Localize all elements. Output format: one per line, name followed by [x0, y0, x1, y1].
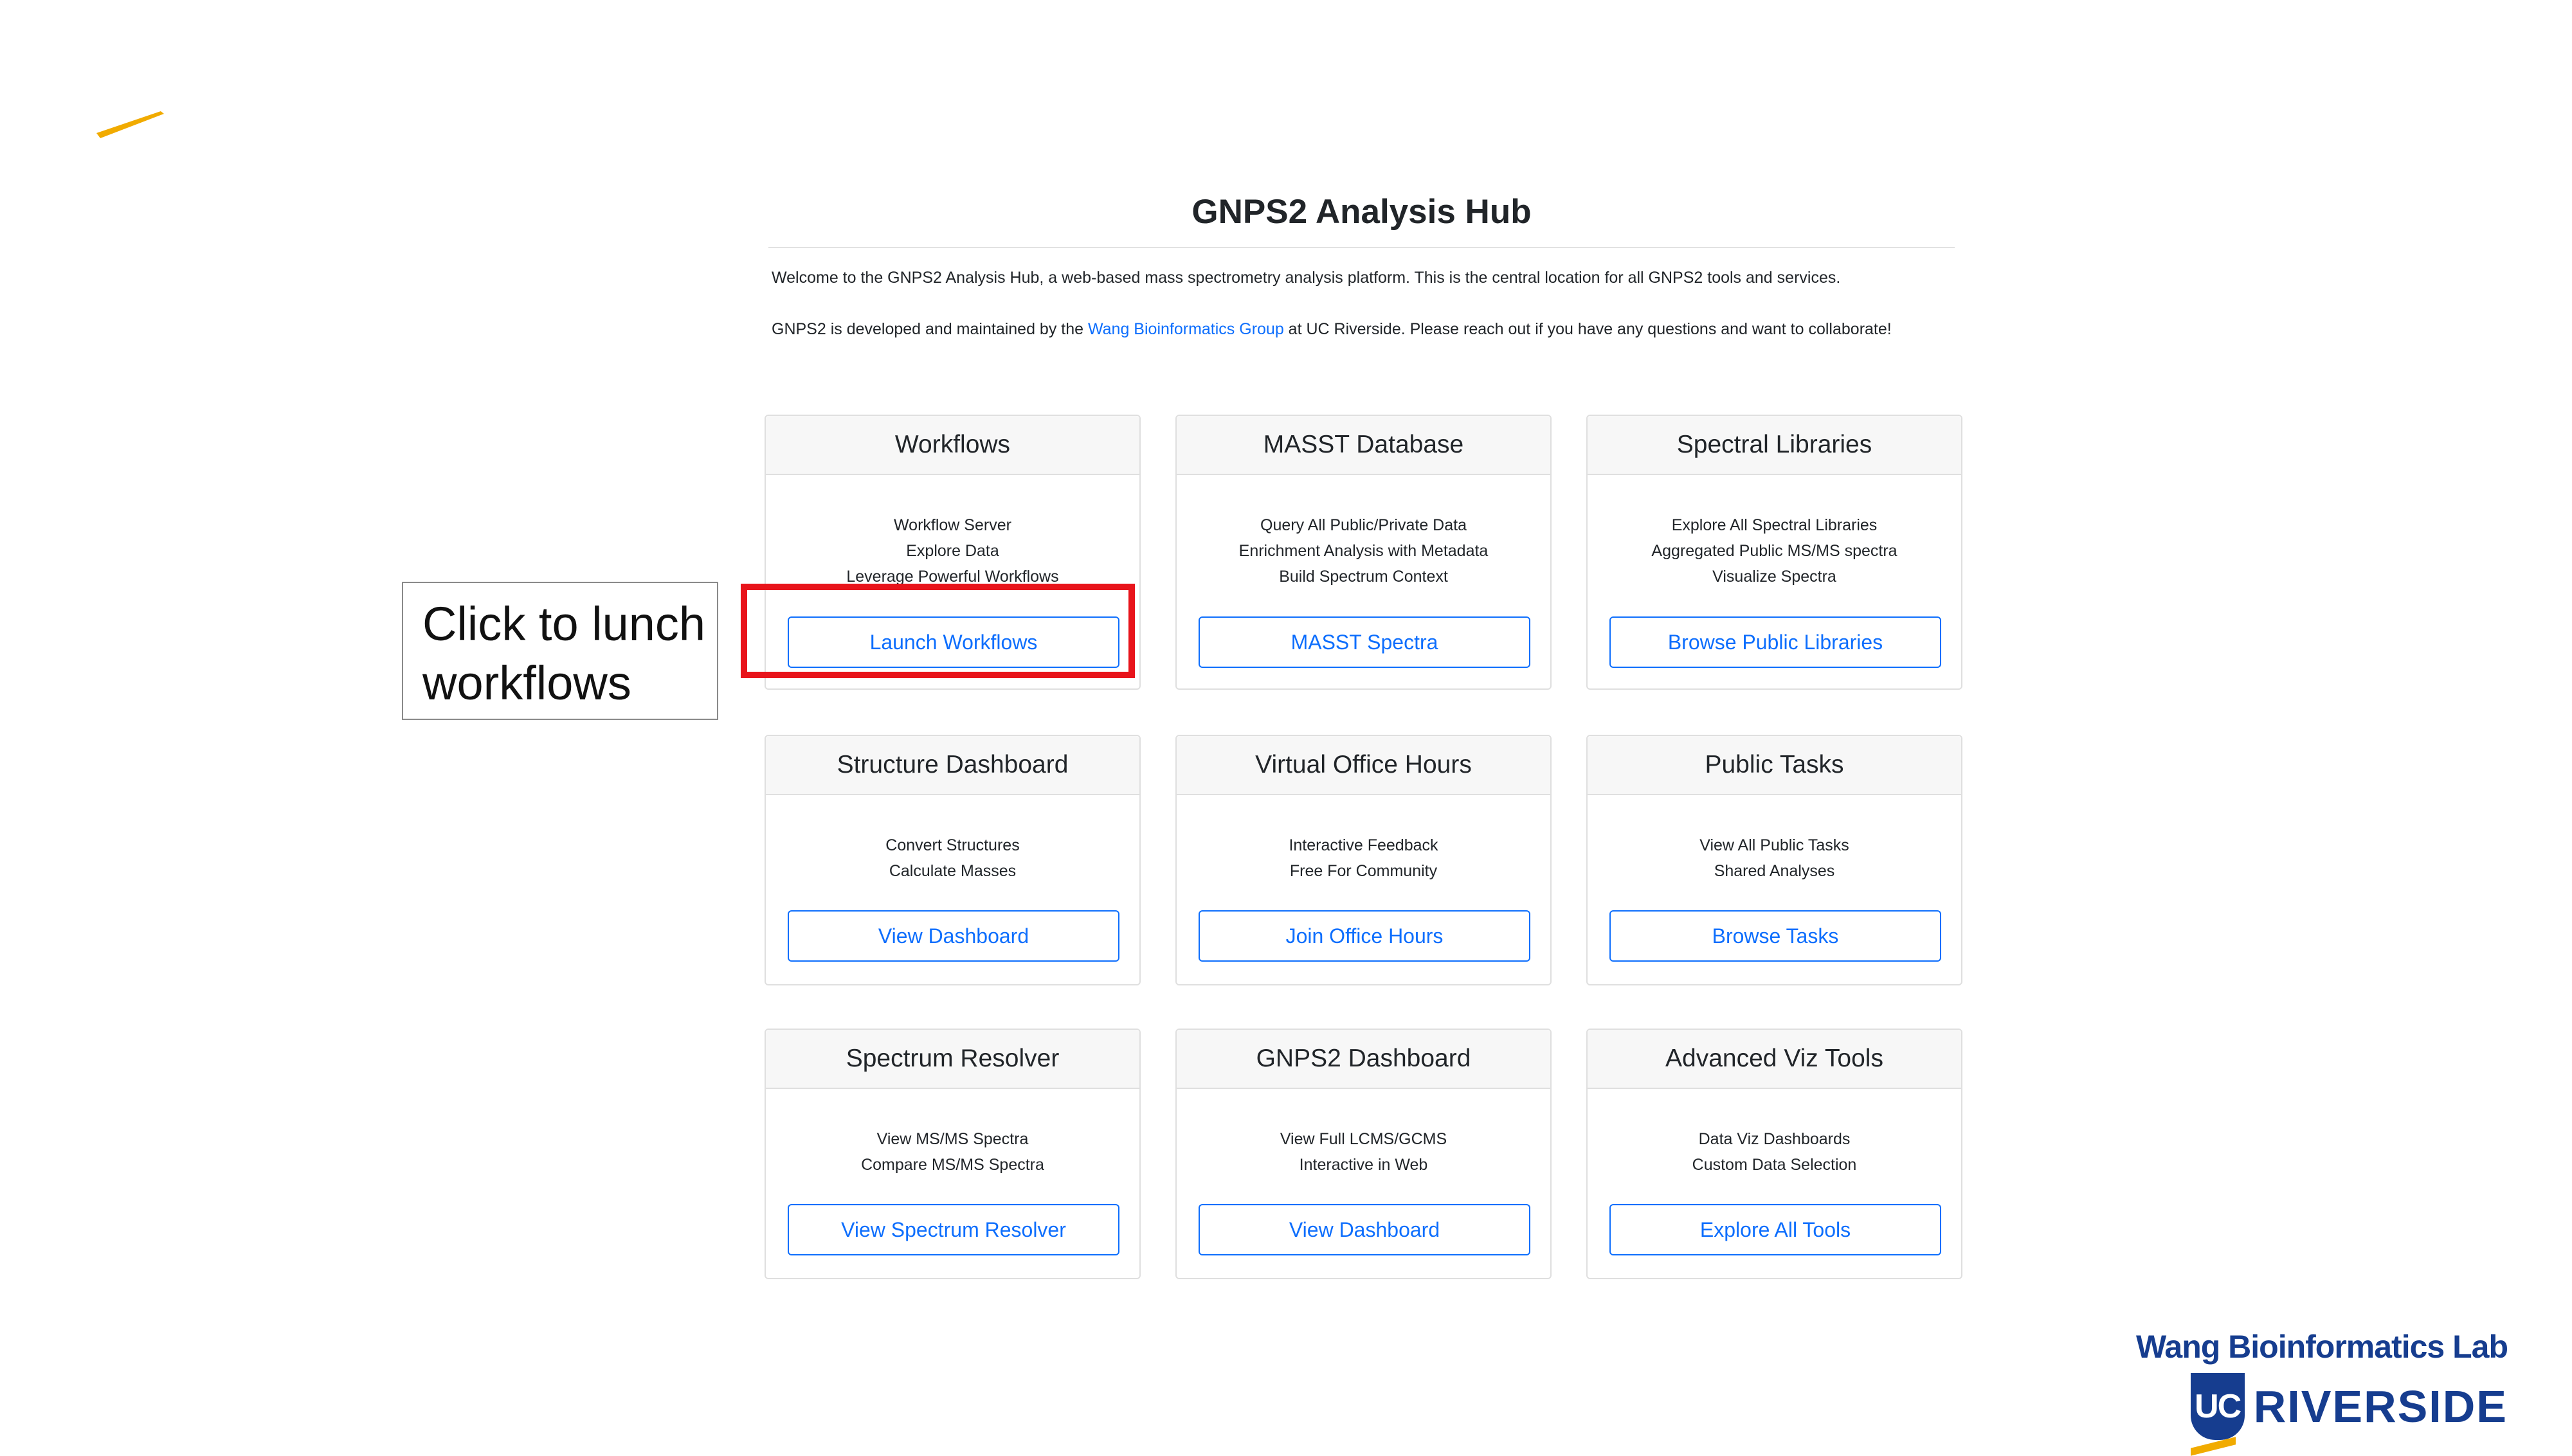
masst-spectra-button[interactable]: MASST Spectra — [1199, 616, 1530, 668]
wang-group-link[interactable]: Wang Bioinformatics Group — [1088, 320, 1284, 338]
card-description: View Full LCMS/GCMS Interactive in Web — [1177, 1089, 1550, 1178]
card-line: View MS/MS Spectra — [876, 1130, 1029, 1148]
card-public-tasks: Public Tasks View All Public Tasks Share… — [1586, 735, 1962, 985]
card-title: Virtual Office Hours — [1177, 736, 1550, 795]
about-paragraph: GNPS2 is developed and maintained by the… — [772, 316, 1958, 342]
card-title: Spectrum Resolver — [766, 1030, 1139, 1089]
card-line: Explore Data — [906, 542, 999, 560]
join-office-hours-button[interactable]: Join Office Hours — [1199, 910, 1530, 962]
explore-all-tools-button[interactable]: Explore All Tools — [1609, 1204, 1941, 1255]
uc-shield-icon: UC — [2190, 1373, 2245, 1456]
card-description: View MS/MS Spectra Compare MS/MS Spectra — [766, 1089, 1139, 1178]
about-prefix: GNPS2 is developed and maintained by the — [772, 320, 1088, 338]
highlight-box — [741, 584, 1135, 678]
card-line: Enrichment Analysis with Metadata — [1238, 542, 1489, 560]
lab-name: Wang Bioinformatics Lab — [2136, 1329, 2508, 1365]
card-line: Aggregated Public MS/MS spectra — [1651, 542, 1897, 560]
uc-accent-bar — [2190, 1437, 2236, 1456]
card-line: Data Viz Dashboards — [1698, 1130, 1851, 1148]
callout-text: Click to lunch workflows — [422, 597, 706, 710]
card-description: Workflow Server Explore Data Leverage Po… — [766, 475, 1139, 589]
card-title: MASST Database — [1177, 416, 1550, 475]
card-description: Explore All Spectral Libraries Aggregate… — [1588, 475, 1961, 589]
card-virtual-office-hours: Virtual Office Hours Interactive Feedbac… — [1175, 735, 1552, 985]
card-line: Shared Analyses — [1714, 862, 1835, 880]
card-advanced-viz-tools: Advanced Viz Tools Data Viz Dashboards C… — [1586, 1029, 1962, 1279]
card-spectrum-resolver: Spectrum Resolver View MS/MS Spectra Com… — [765, 1029, 1141, 1279]
title-divider — [768, 247, 1955, 248]
card-description: Interactive Feedback Free For Community — [1177, 795, 1550, 884]
card-line: Custom Data Selection — [1692, 1156, 1857, 1174]
card-description: View All Public Tasks Shared Analyses — [1588, 795, 1961, 884]
intro-paragraph: Welcome to the GNPS2 Analysis Hub, a web… — [772, 269, 1841, 287]
analysis-hub-page: GNPS2 Analysis Hub Welcome to the GNPS2 … — [762, 186, 1961, 342]
card-line: Interactive in Web — [1299, 1156, 1428, 1174]
card-title: Structure Dashboard — [766, 736, 1139, 795]
card-line: Calculate Masses — [889, 862, 1017, 880]
card-gnps2-dashboard: GNPS2 Dashboard View Full LCMS/GCMS Inte… — [1175, 1029, 1552, 1279]
about-suffix: at UC Riverside. Please reach out if you… — [1283, 320, 1892, 338]
university-name: RIVERSIDE — [2253, 1381, 2508, 1432]
card-line: Free For Community — [1289, 862, 1438, 880]
card-line: Explore All Spectral Libraries — [1671, 516, 1878, 534]
card-line: Compare MS/MS Spectra — [861, 1156, 1044, 1174]
annotation-callout: Click to lunch workflows — [402, 582, 718, 720]
card-description: Query All Public/Private Data Enrichment… — [1177, 475, 1550, 589]
card-line: Query All Public/Private Data — [1260, 516, 1467, 534]
page-title: GNPS2 Analysis Hub — [1191, 193, 1532, 231]
card-title: Workflows — [766, 416, 1139, 475]
card-line: View All Public Tasks — [1699, 836, 1849, 854]
card-line: Build Spectrum Context — [1279, 568, 1448, 586]
card-title: Spectral Libraries — [1588, 416, 1961, 475]
ucr-logo: UC RIVERSIDE — [2136, 1373, 2508, 1456]
view-structure-dashboard-button[interactable]: View Dashboard — [788, 910, 1119, 962]
card-line: Visualize Spectra — [1712, 568, 1836, 586]
view-spectrum-resolver-button[interactable]: View Spectrum Resolver — [788, 1204, 1119, 1255]
card-line: Convert Structures — [885, 836, 1020, 854]
view-gnps2-dashboard-button[interactable]: View Dashboard — [1199, 1204, 1530, 1255]
card-spectral-libraries: Spectral Libraries Explore All Spectral … — [1586, 415, 1962, 690]
uc-mark: UC — [2195, 1388, 2241, 1425]
card-title: GNPS2 Dashboard — [1177, 1030, 1550, 1089]
card-title: Public Tasks — [1588, 736, 1961, 795]
card-line: View Full LCMS/GCMS — [1280, 1130, 1447, 1148]
browse-public-libraries-button[interactable]: Browse Public Libraries — [1609, 616, 1941, 668]
card-description: Convert Structures Calculate Masses — [766, 795, 1139, 884]
browse-tasks-button[interactable]: Browse Tasks — [1609, 910, 1941, 962]
card-title: Advanced Viz Tools — [1588, 1030, 1961, 1089]
card-masst-database: MASST Database Query All Public/Private … — [1175, 415, 1552, 690]
slide-accent-stroke — [96, 111, 164, 138]
card-line: Interactive Feedback — [1289, 836, 1438, 854]
ucr-branding: Wang Bioinformatics Lab UC RIVERSIDE — [2136, 1324, 2508, 1456]
card-line: Workflow Server — [894, 516, 1011, 534]
card-description: Data Viz Dashboards Custom Data Selectio… — [1588, 1089, 1961, 1178]
card-structure-dashboard: Structure Dashboard Convert Structures C… — [765, 735, 1141, 985]
